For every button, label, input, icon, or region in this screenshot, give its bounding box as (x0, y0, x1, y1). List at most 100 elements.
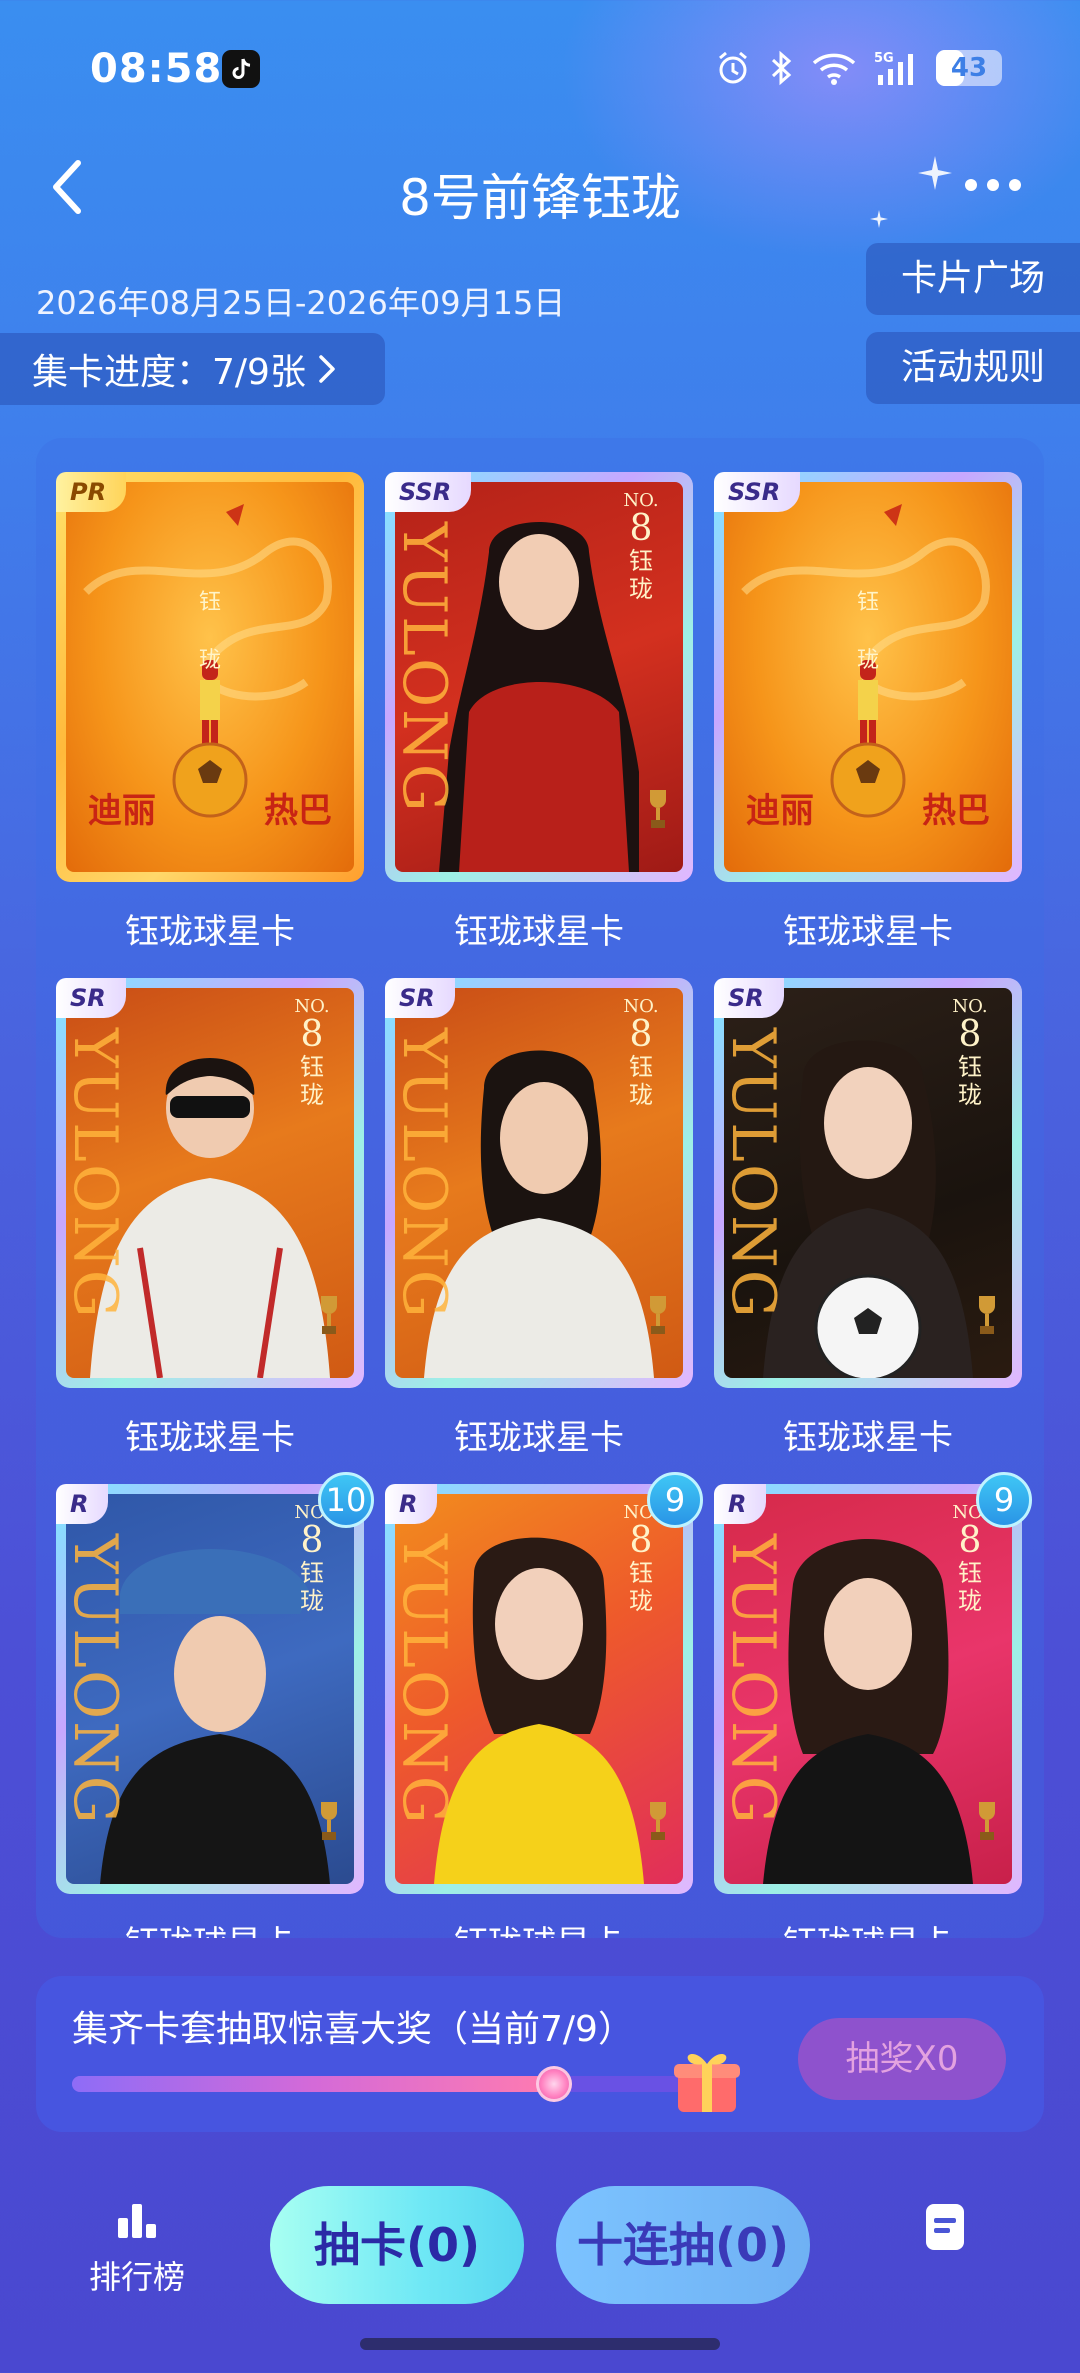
card-count-badge: 9 (647, 1472, 703, 1528)
card-art-text: 珑 (198, 648, 221, 673)
ranking-button[interactable]: 排行榜 (72, 2200, 202, 2298)
card-art-text: 珑 (300, 1081, 324, 1109)
collection-progress-button[interactable]: 集卡进度：7/9张 (0, 333, 385, 405)
leaderboard-icon (118, 2204, 156, 2238)
card-art: YULONG NO. 8 钰 珑 (724, 1494, 1012, 1884)
card-art: YULONG NO. 8 钰 珑 (395, 482, 683, 872)
more-options-button[interactable] (958, 168, 1028, 202)
card-art-text: 珑 (856, 648, 879, 673)
ten-draw-button[interactable]: 十连抽(0) (556, 2186, 810, 2304)
card-label: 钰珑球星卡 (783, 1418, 953, 1458)
card-item[interactable]: YULONG NO. 8 钰 珑 SR 钰珑球星卡 (385, 978, 693, 1458)
soccer-ball-icon (830, 660, 906, 818)
card-art-text: YULONG (66, 1028, 130, 1320)
card-label: 钰珑球星卡 (714, 1916, 1022, 1938)
trophy-icon (321, 1296, 337, 1334)
card-item[interactable]: YULONG NO. 8 钰 珑 R 9 钰珑球星卡 (385, 1472, 703, 1938)
card-label: 钰珑球星卡 (125, 1418, 295, 1458)
rarity-badge: SSR (385, 472, 472, 512)
trophy-icon (979, 1296, 995, 1334)
card-frame: YULONG NO. 8 钰 珑 SSR (385, 472, 693, 882)
card-item[interactable]: YULONG NO. 8 钰 珑 SR 钰珑球星卡 (56, 978, 364, 1458)
card-item[interactable]: YULONG NO. 8 钰 珑 R 10 钰珑球星卡 (56, 1472, 374, 1938)
card-count-badge: 10 (318, 1472, 374, 1528)
card-art-text: YULONG (395, 522, 459, 814)
card-item[interactable]: 钰 珑 迪丽 热巴 SSR 钰珑球星卡 (714, 472, 1022, 952)
card-label: 钰珑球星卡 (454, 912, 624, 952)
card-frame: YULONG NO. 8 钰 珑 SR (714, 978, 1022, 1388)
card-book-button[interactable] (918, 2200, 972, 2254)
card-art-text: 钰 (629, 1053, 653, 1081)
card-item[interactable]: YULONG NO. 8 钰 珑 R 9 钰珑球星卡 (714, 1472, 1032, 1938)
draw-prize-button[interactable]: 抽奖X0 (798, 2018, 1006, 2100)
draw-card-button[interactable]: 抽卡(0) (270, 2186, 524, 2304)
prize-progress-bar (72, 2066, 692, 2102)
dot-icon (1009, 179, 1021, 191)
card-art-text: 珑 (629, 1587, 653, 1615)
card-collection-panel: 钰 珑 迪丽 热巴 PR 钰珑球星卡 YULONG NO. 8 钰 珑 SSR … (36, 438, 1044, 1938)
event-date-range: 2026年08月25日-2026年09月15日 (36, 284, 566, 322)
card-art-text: 钰 (629, 547, 653, 575)
card-label: 钰珑球星卡 (454, 1418, 624, 1458)
card-label: 钰珑球星卡 (783, 912, 953, 952)
status-icons: 5G 43 (714, 48, 1002, 88)
activity-rules-button[interactable]: 活动规则 (866, 332, 1080, 404)
card-art-text: 珑 (629, 575, 653, 603)
card-art-text: 迪丽 (746, 791, 814, 831)
card-frame: 钰 珑 迪丽 热巴 PR (56, 472, 364, 882)
bluetooth-icon (771, 50, 792, 86)
alarm-icon (719, 51, 747, 84)
card-art-text: 8 (300, 1520, 324, 1561)
trophy-icon (979, 1802, 995, 1840)
card-art: YULONG NO. 8 钰 珑 (66, 988, 354, 1378)
battery-icon: 43 (936, 50, 1002, 86)
card-item[interactable]: YULONG NO. 8 钰 珑 SR 钰珑球星卡 (714, 978, 1022, 1458)
signal-5g-icon: 5G (874, 51, 913, 85)
card-number-mark: NO. 8 钰 珑 (282, 996, 342, 1109)
collection-progress-label: 集卡进度：7/9张 (32, 352, 306, 393)
ranking-label: 排行榜 (88, 2258, 185, 2296)
home-indicator (360, 2338, 720, 2350)
card-book-icon (926, 2204, 964, 2250)
wifi-icon (812, 53, 856, 85)
gift-icon (674, 2053, 740, 2112)
card-item[interactable]: 钰 珑 迪丽 热巴 PR 钰珑球星卡 (56, 472, 364, 952)
card-art-text: 钰 (198, 590, 221, 615)
card-art: 钰 珑 迪丽 热巴 (66, 482, 354, 872)
card-art-text: 8 (958, 1520, 982, 1561)
card-art: YULONG NO. 8 钰 珑 (395, 988, 683, 1378)
sparkle-icon (870, 210, 888, 228)
dot-icon (965, 179, 977, 191)
card-art-text: 珑 (629, 1081, 653, 1109)
dot-icon (987, 179, 999, 191)
card-art-text: YULONG (395, 1534, 459, 1826)
card-art-text: YULONG (724, 1028, 788, 1320)
rarity-badge: R (714, 1484, 767, 1524)
svg-text:5G: 5G (874, 51, 894, 66)
card-plaza-button[interactable]: 卡片广场 (866, 243, 1080, 315)
card-art-text: 8 (629, 508, 653, 549)
card-art-text: 钰 (300, 1559, 324, 1587)
card-art: 钰 珑 迪丽 热巴 (724, 482, 1012, 872)
card-item[interactable]: YULONG NO. 8 钰 珑 SSR 钰珑球星卡 (385, 472, 693, 952)
card-art-text: 钰 (958, 1559, 982, 1587)
trophy-icon (321, 1802, 337, 1840)
card-frame: YULONG NO. 8 钰 珑 R 9 (385, 1472, 703, 1894)
card-art-text: 8 (629, 1520, 653, 1561)
card-count-badge: 9 (976, 1472, 1032, 1528)
prize-progress-knob (536, 2066, 573, 2102)
chevron-right-icon (319, 355, 335, 383)
card-art-text: 8 (958, 1014, 982, 1055)
trophy-icon (650, 1802, 666, 1840)
card-number-mark: NO. 8 钰 珑 (611, 490, 671, 603)
card-art-text: YULONG (66, 1534, 130, 1826)
card-frame: YULONG NO. 8 钰 珑 R 10 (56, 1472, 374, 1894)
rarity-badge: R (385, 1484, 438, 1524)
card-art-text: 钰 (958, 1053, 982, 1081)
grand-prize-panel: 集齐卡套抽取惊喜大奖（当前7/9） 抽奖X0 (36, 1976, 1044, 2132)
grand-prize-title: 集齐卡套抽取惊喜大奖（当前7/9） (72, 2009, 634, 2050)
card-number-mark: NO. 8 钰 珑 (611, 996, 671, 1109)
card-art-text: 珑 (300, 1587, 324, 1615)
card-frame: 钰 珑 迪丽 热巴 SSR (714, 472, 1022, 882)
card-art-text: 钰 (856, 590, 879, 615)
